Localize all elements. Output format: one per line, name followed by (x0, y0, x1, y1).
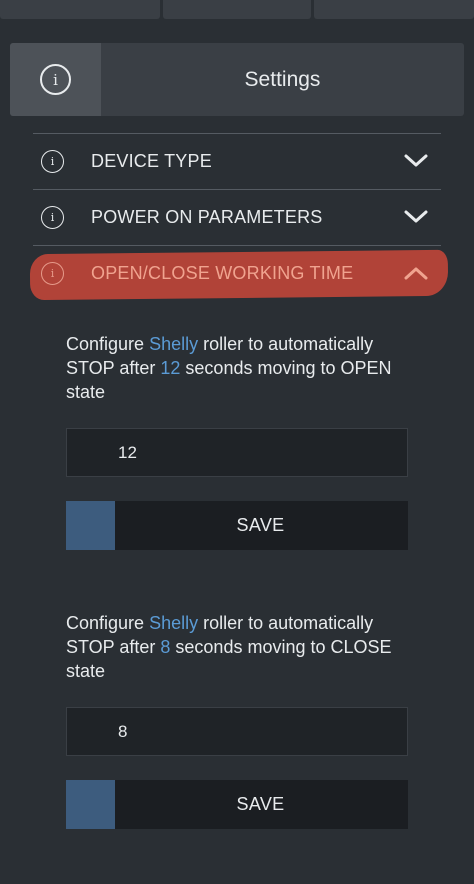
info-icon[interactable]: i (41, 261, 64, 285)
accordion-label: DEVICE TYPE (91, 150, 212, 171)
accordion-device-type[interactable]: i DEVICE TYPE (33, 133, 441, 189)
settings-info-button[interactable]: i (10, 43, 101, 116)
top-tab-bar (0, 0, 474, 19)
chevron-down-icon (404, 210, 428, 223)
chevron-down-icon (404, 154, 428, 167)
accordion-power-on-parameters[interactable]: i POWER ON PARAMETERS (33, 189, 441, 245)
info-icon[interactable]: i (41, 149, 64, 173)
open-save-button[interactable]: SAVE (66, 501, 408, 550)
info-icon: i (40, 64, 71, 95)
settings-header: i Settings (10, 43, 464, 116)
top-tab-2[interactable] (163, 0, 311, 19)
accordion-label: OPEN/CLOSE WORKING TIME (91, 262, 354, 283)
save-label: SAVE (236, 794, 285, 814)
open-description: Configure Shelly roller to automatically… (66, 334, 392, 402)
close-save-button[interactable]: SAVE (66, 780, 408, 829)
info-icon[interactable]: i (41, 205, 64, 229)
close-description: Configure Shelly roller to automatically… (66, 613, 392, 681)
save-label: SAVE (236, 515, 285, 535)
accordion-open-close-working-time[interactable]: i OPEN/CLOSE WORKING TIME (33, 245, 441, 301)
top-tab-1[interactable] (0, 0, 160, 19)
chevron-up-icon (404, 267, 428, 280)
device-name: Shelly (149, 613, 199, 633)
open-seconds-value: 12 (160, 358, 181, 378)
close-time-input[interactable]: 8 (66, 707, 408, 756)
top-tab-3[interactable] (314, 0, 474, 19)
save-indicator (66, 780, 115, 829)
accordion-label: POWER ON PARAMETERS (91, 206, 323, 227)
save-indicator (66, 501, 115, 550)
device-name: Shelly (149, 334, 199, 354)
close-seconds-value: 8 (160, 637, 171, 657)
open-time-input[interactable]: 12 (66, 428, 408, 477)
settings-title: Settings (244, 67, 321, 91)
